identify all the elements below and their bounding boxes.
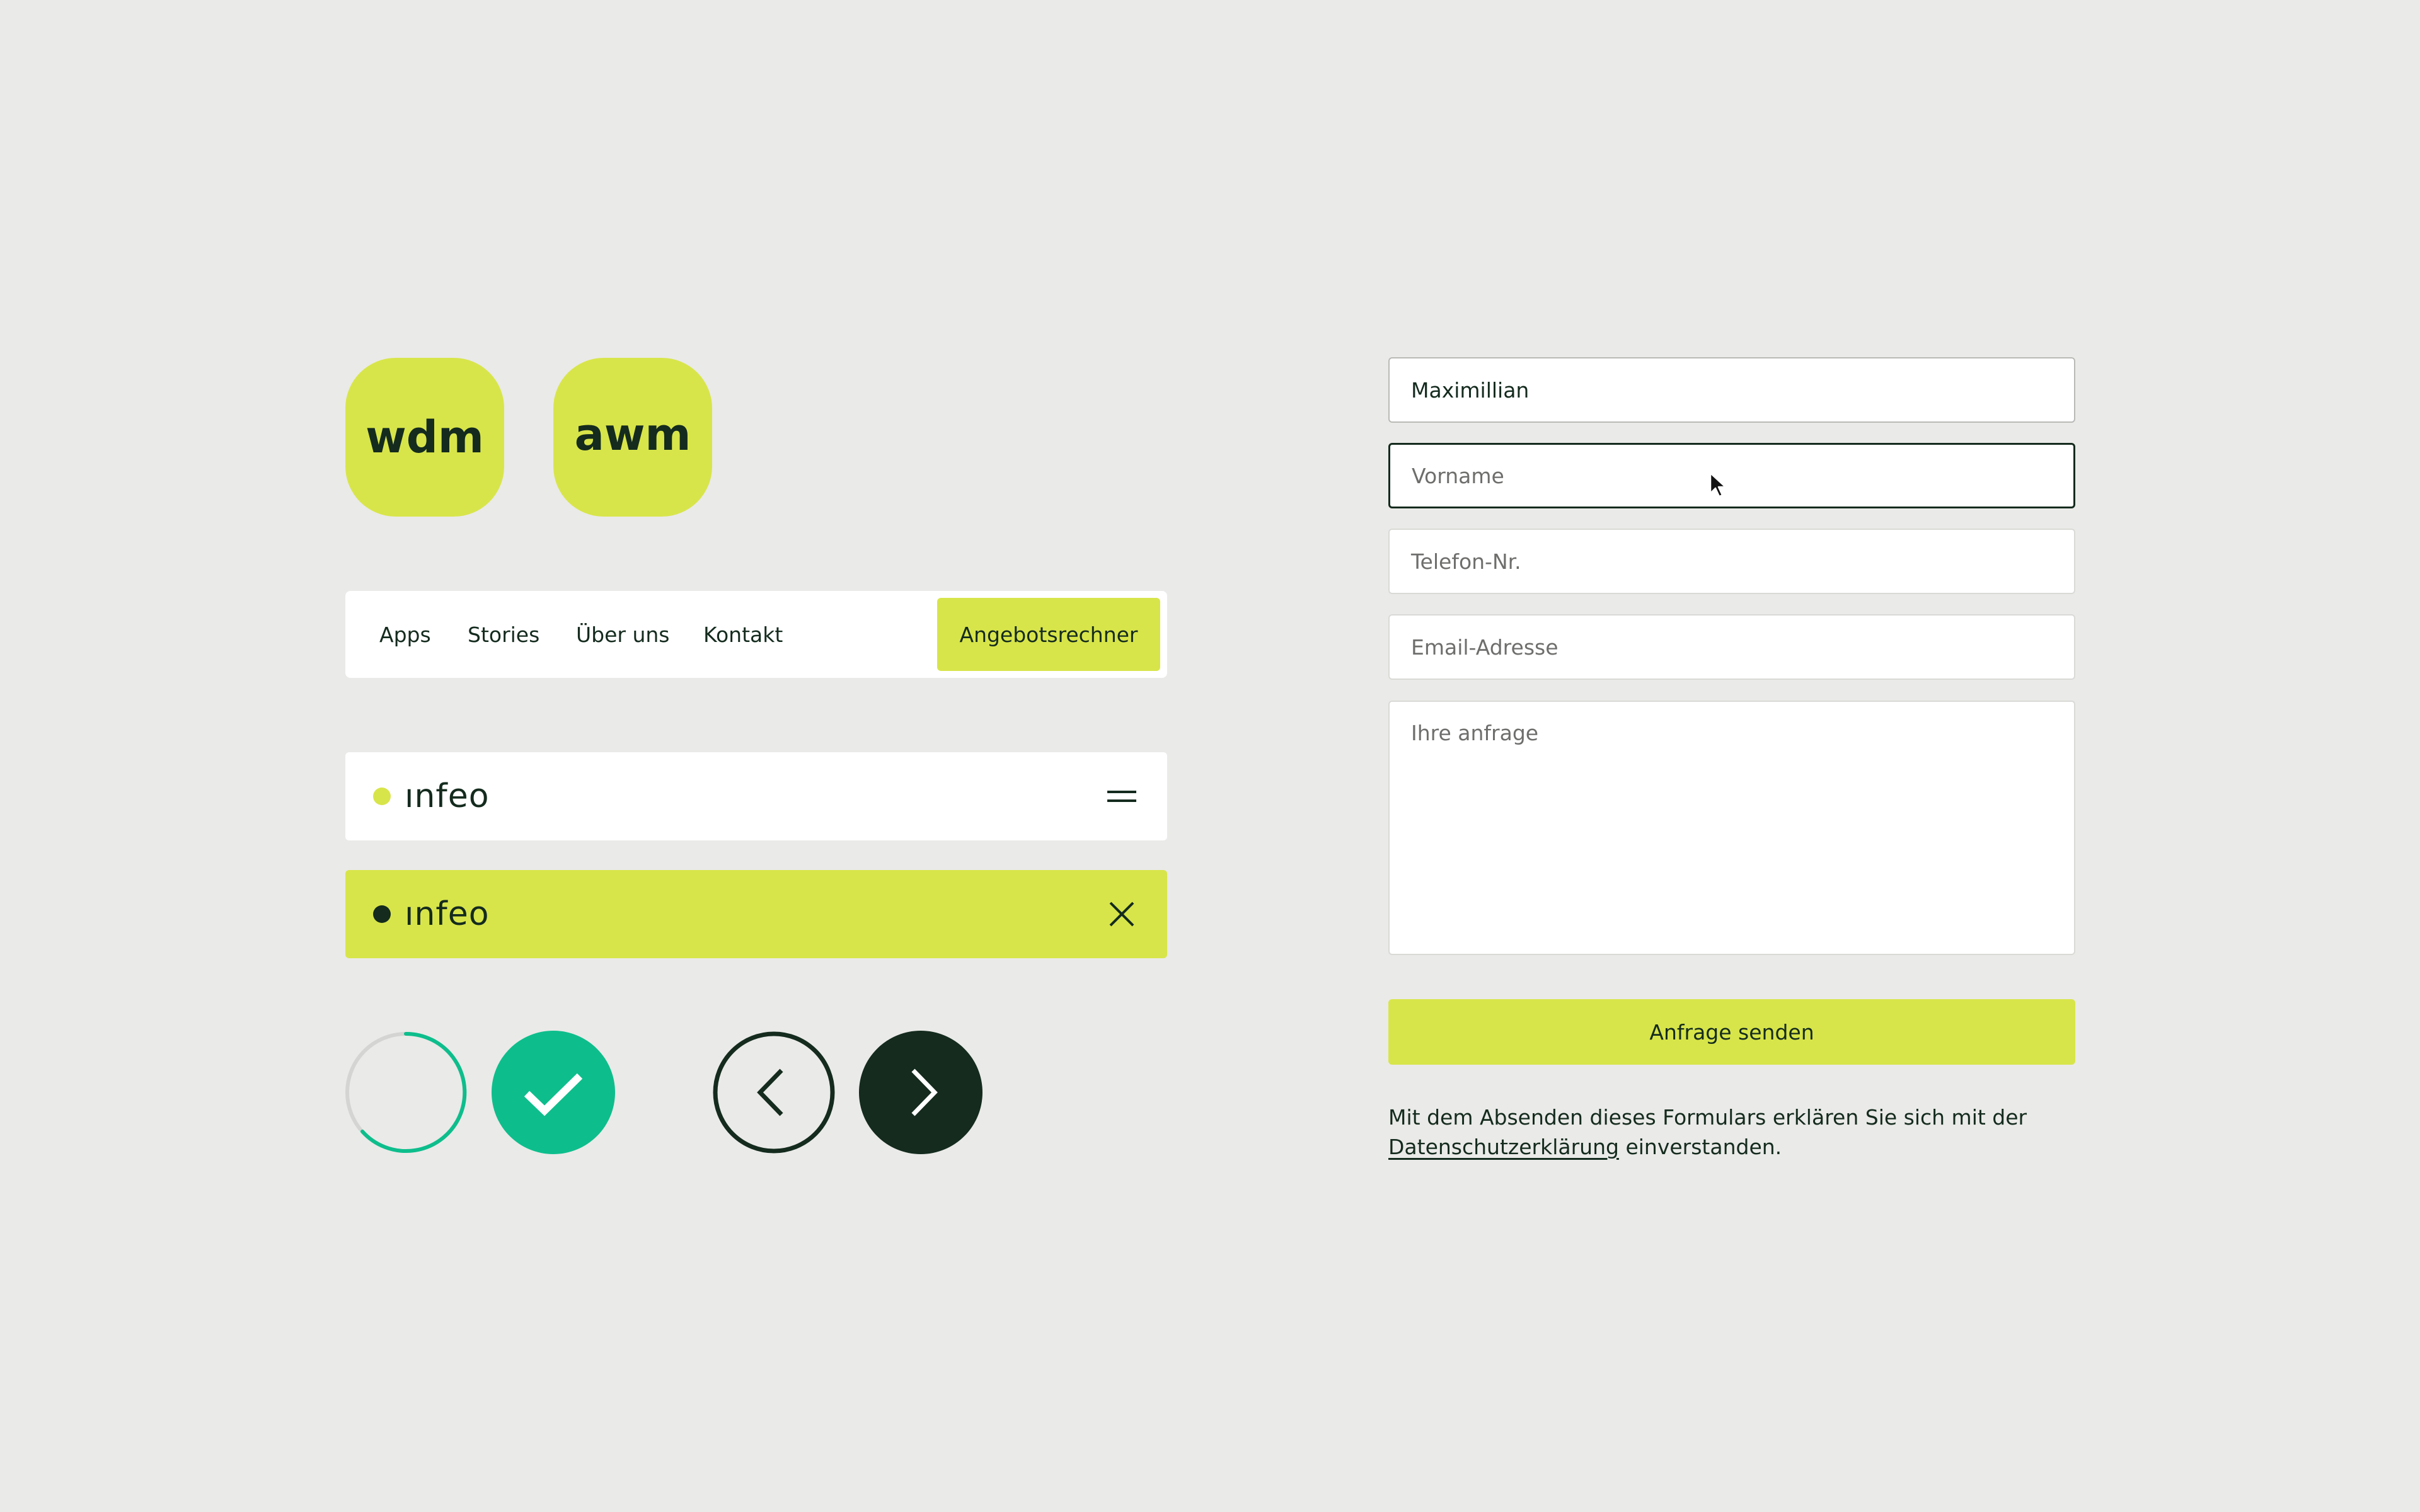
app-icon-awm-label: awm [574,409,691,461]
logo-text: ınfeo [405,895,490,933]
mouse-cursor-icon [1709,472,1727,498]
app-icon-wdm-label: wdm [366,411,484,463]
loading-spinner-icon [345,1031,467,1153]
logo-text: ınfeo [405,777,490,815]
name-field[interactable]: Maximillian [1388,357,2075,423]
vorname-field[interactable]: Vorname [1388,443,2075,508]
app-icon-wdm[interactable]: wdm [345,358,504,517]
infeo-logo[interactable]: ınfeo [373,752,490,840]
infeo-logo[interactable]: ınfeo [373,870,490,958]
consent-prefix: Mit dem Absenden dieses Formulars erklär… [1388,1105,2027,1130]
logo-dot [373,905,391,923]
nav-link-kontakt[interactable]: Kontakt [703,591,783,678]
app-icon-awm[interactable]: awm [553,358,712,517]
nav-link-stories[interactable]: Stories [468,591,539,678]
email-placeholder: Email-Adresse [1411,634,1559,660]
nav-link-ueber-uns[interactable]: Über uns [576,591,669,678]
logo-dot [373,788,391,805]
chevron-right-icon[interactable] [859,1031,982,1154]
check-icon [492,1031,615,1154]
mobile-header-closed: ınfeo [345,752,1167,840]
hamburger-icon[interactable] [1103,777,1141,815]
phone-placeholder: Telefon-Nr. [1411,549,1521,574]
name-field-value: Maximillian [1411,377,1530,403]
email-field[interactable]: Email-Adresse [1388,614,2075,680]
navigation-bar: Apps Stories Über uns Kontakt Angebotsre… [345,591,1167,678]
chevron-left-icon[interactable] [712,1031,836,1154]
angebotsrechner-button[interactable]: Angebotsrechner [937,598,1160,671]
mobile-header-open: ınfeo [345,870,1167,958]
close-icon[interactable] [1103,895,1141,933]
privacy-policy-link[interactable]: Datenschutzerklärung [1388,1135,1619,1159]
vorname-placeholder: Vorname [1412,463,1504,488]
consent-text: Mit dem Absenden dieses Formulars erklär… [1388,1102,2075,1162]
submit-button[interactable]: Anfrage senden [1388,999,2075,1065]
consent-suffix: einverstanden. [1625,1135,1782,1159]
message-placeholder: Ihre anfrage [1411,721,1539,745]
message-textarea[interactable]: Ihre anfrage [1388,701,2075,955]
nav-link-apps[interactable]: Apps [379,591,431,678]
phone-field[interactable]: Telefon-Nr. [1388,529,2075,594]
